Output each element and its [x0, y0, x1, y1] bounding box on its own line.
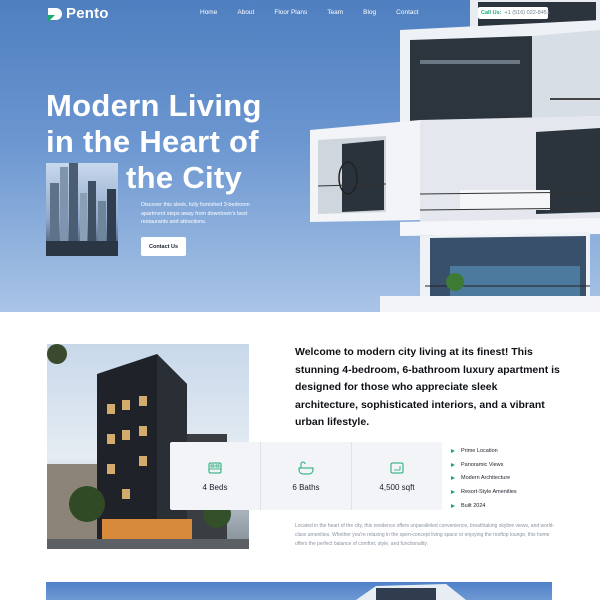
hero-description: Discover this sleek, fully furnished 3-b…	[141, 202, 250, 225]
hero-building-image	[310, 0, 600, 312]
call-number: +1 (516) 022-8451	[504, 10, 550, 16]
feature-item: Built 2024	[451, 499, 517, 513]
bathtub-icon	[298, 461, 314, 474]
top-navigation: Pento Home About Floor Plans Team Blog C…	[0, 0, 600, 28]
stat-beds: 4 Beds	[170, 442, 261, 510]
feature-item: Prime Location	[451, 444, 517, 458]
hero-title-line-2: in the Heart of	[46, 124, 259, 159]
feature-item: Modern Architecture	[451, 472, 517, 486]
hero-section: Pento Home About Floor Plans Team Blog C…	[0, 0, 600, 312]
nav-link-about[interactable]: About	[237, 9, 254, 16]
welcome-heading: Welcome to modern city living at its fin…	[295, 346, 560, 428]
bed-icon	[208, 462, 222, 473]
stat-area: 4,500 sqft	[352, 442, 442, 510]
hero-title-line-1: Modern Living	[46, 88, 262, 123]
contact-us-button[interactable]: Contact Us	[141, 237, 186, 256]
nav-link-contact[interactable]: Contact	[396, 9, 418, 16]
call-label: Call Us:	[481, 10, 502, 16]
city-skyline-image	[46, 163, 118, 256]
nav-link-blog[interactable]: Blog	[363, 9, 376, 16]
area-icon	[390, 462, 404, 473]
next-section-image	[46, 582, 552, 600]
nav-link-floor-plans[interactable]: Floor Plans	[274, 9, 307, 16]
arrow-icon	[451, 490, 455, 495]
stats-card: 4 Beds 6 Baths 4,500 sqft	[170, 442, 442, 510]
stat-beds-label: 4 Beds	[202, 482, 228, 492]
detail-paragraph: Located in the heart of the city, this r…	[295, 523, 555, 547]
logo[interactable]: Pento	[46, 5, 109, 22]
call-us-button[interactable]: Call Us: +1 (516) 022-8451	[478, 7, 550, 19]
nav-links: Home About Floor Plans Team Blog Contact	[200, 9, 439, 16]
arrow-icon	[451, 476, 455, 481]
arrow-icon	[451, 504, 455, 509]
logo-icon	[48, 7, 62, 22]
nav-link-team[interactable]: Team	[327, 9, 343, 16]
feature-list: Prime Location Panoramic Views Modern Ar…	[451, 444, 517, 513]
stat-baths: 6 Baths	[261, 442, 352, 510]
nav-link-home[interactable]: Home	[200, 9, 217, 16]
arrow-icon	[451, 462, 455, 467]
feature-item: Resort-Style Amenities	[451, 485, 517, 499]
stat-baths-label: 6 Baths	[292, 482, 320, 492]
stat-area-label: 4,500 sqft	[379, 482, 415, 492]
brand-name: Pento	[66, 5, 109, 22]
feature-item: Panoramic Views	[451, 458, 517, 472]
arrow-icon	[451, 448, 455, 453]
